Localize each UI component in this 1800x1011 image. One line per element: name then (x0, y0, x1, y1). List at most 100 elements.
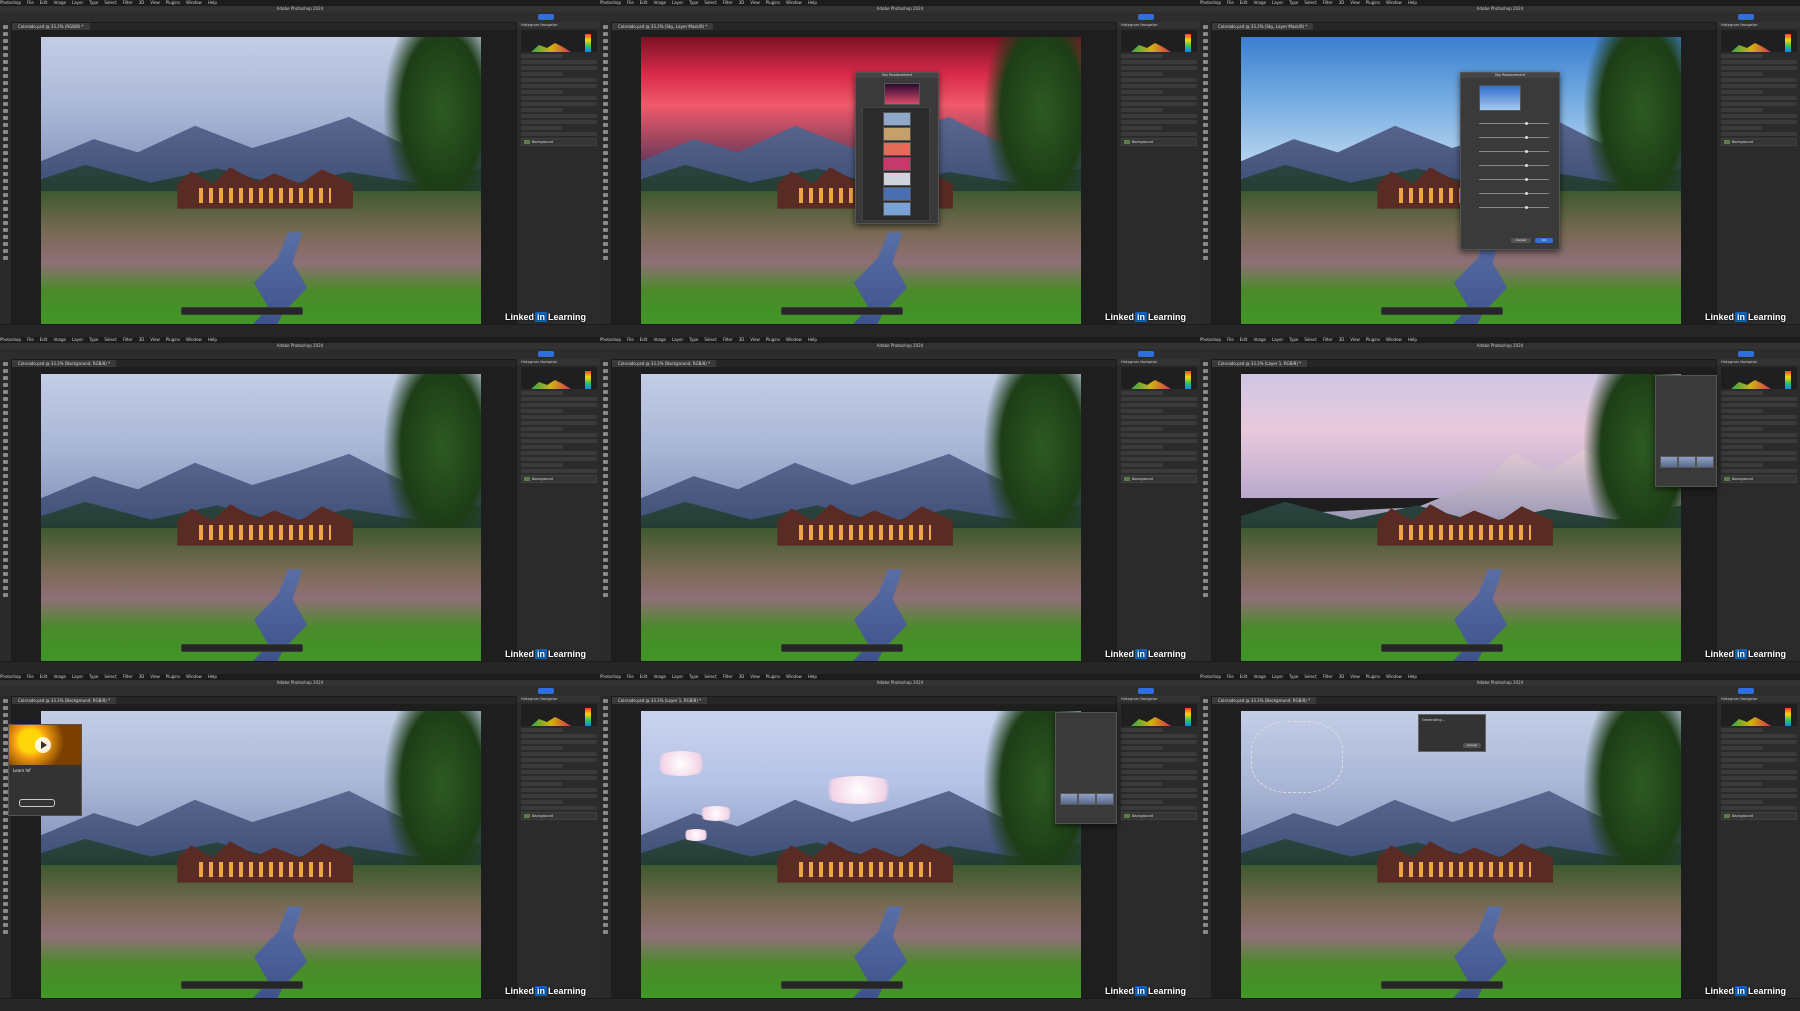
tool-icon[interactable] (603, 832, 608, 836)
tool-icon[interactable] (3, 558, 8, 562)
menu-item-layer[interactable]: Layer (672, 337, 683, 342)
tool-icon[interactable] (1203, 790, 1208, 794)
tool-icon[interactable] (603, 558, 608, 562)
contextual-task-bar[interactable] (1381, 981, 1503, 989)
adjustment-item[interactable] (1721, 66, 1797, 70)
adjustment-item[interactable] (1121, 788, 1197, 792)
menu-item-select[interactable]: Select (104, 674, 116, 679)
adjustment-item[interactable] (521, 800, 563, 804)
menu-item-view[interactable]: View (150, 337, 160, 342)
menu-item-window[interactable]: Window (1386, 674, 1402, 679)
tool-icon[interactable] (3, 439, 8, 443)
menu-item-select[interactable]: Select (704, 337, 716, 342)
tool-icon[interactable] (3, 488, 8, 492)
tool-icon[interactable] (603, 846, 608, 850)
adjustment-item[interactable] (1121, 752, 1197, 756)
adjustment-item[interactable] (521, 120, 597, 124)
menu-item-file[interactable]: File (27, 0, 34, 5)
adjustment-item[interactable] (1721, 126, 1763, 130)
tool-icon[interactable] (603, 228, 608, 232)
tool-icon[interactable] (3, 916, 8, 920)
menu-item-file[interactable]: File (1227, 674, 1234, 679)
adjustment-item[interactable] (521, 758, 597, 762)
tool-icon[interactable] (3, 172, 8, 176)
menu-item-help[interactable]: Help (208, 337, 217, 342)
tool-icon[interactable] (3, 200, 8, 204)
tool-icon[interactable] (1203, 755, 1208, 759)
menu-item-3d[interactable]: 3D (739, 0, 745, 5)
photo-canvas[interactable] (641, 711, 1081, 1007)
tool-icon[interactable] (1203, 895, 1208, 899)
tool-icon[interactable] (1203, 727, 1208, 731)
adjustment-item[interactable] (1721, 415, 1797, 419)
tool-icon[interactable] (603, 186, 608, 190)
adjustment-item[interactable] (1121, 415, 1197, 419)
adjustment-item[interactable] (521, 132, 597, 136)
tool-icon[interactable] (1203, 369, 1208, 373)
tool-icon[interactable] (3, 572, 8, 576)
tool-icon[interactable] (3, 207, 8, 211)
tool-icon[interactable] (1203, 144, 1208, 148)
sky-preset-6[interactable] (883, 187, 911, 201)
menu-item-type[interactable]: Type (689, 674, 698, 679)
play-icon[interactable] (35, 737, 51, 753)
tool-icon[interactable] (1203, 32, 1208, 36)
tool-icon[interactable] (3, 825, 8, 829)
menu-item-help[interactable]: Help (208, 0, 217, 5)
menu-item-window[interactable]: Window (186, 674, 202, 679)
menu-item-help[interactable]: Help (808, 674, 817, 679)
tool-icon[interactable] (603, 551, 608, 555)
tool-icon[interactable] (1203, 572, 1208, 576)
tool-icon[interactable] (1203, 88, 1208, 92)
tool-icon[interactable] (1203, 165, 1208, 169)
tool-icon[interactable] (1203, 523, 1208, 527)
menu-item-edit[interactable]: Edit (40, 0, 48, 5)
menu-item-select[interactable]: Select (104, 337, 116, 342)
menu-item-filter[interactable]: Filter (123, 337, 133, 342)
tool-icon[interactable] (1203, 874, 1208, 878)
adjustment-item[interactable] (1121, 794, 1197, 798)
tool-icon[interactable] (603, 923, 608, 927)
sky-preset-3[interactable] (883, 142, 911, 156)
menu-item-image[interactable]: Image (653, 337, 666, 342)
tool-icon[interactable] (3, 509, 8, 513)
adjustment-item[interactable] (1121, 800, 1163, 804)
tool-icon[interactable] (603, 874, 608, 878)
tool-icon[interactable] (1203, 762, 1208, 766)
adjustment-item[interactable] (1721, 770, 1797, 774)
cancel-button[interactable]: Cancel (1463, 743, 1481, 748)
adjustment-item[interactable] (1121, 66, 1197, 70)
panel-tabs[interactable]: Histogram Navigator (1117, 696, 1200, 702)
menu-item-layer[interactable]: Layer (72, 0, 83, 5)
menu-item-plugins[interactable]: Plugins (1366, 337, 1380, 342)
tool-icon[interactable] (3, 586, 8, 590)
tool-icon[interactable] (603, 425, 608, 429)
tool-icon[interactable] (1203, 818, 1208, 822)
tool-icon[interactable] (3, 411, 8, 415)
tool-icon[interactable] (603, 383, 608, 387)
tool-icon[interactable] (3, 888, 8, 892)
tool-icon[interactable] (1203, 60, 1208, 64)
photo-canvas[interactable] (41, 374, 481, 670)
tool-icon[interactable] (3, 102, 8, 106)
panel-tabs[interactable]: Histogram Navigator (1117, 22, 1200, 28)
tool-icon[interactable] (603, 81, 608, 85)
menu-item-file[interactable]: File (627, 337, 634, 342)
share-button[interactable] (1138, 14, 1154, 20)
tool-icon[interactable] (1203, 867, 1208, 871)
tool-icon[interactable] (603, 776, 608, 780)
tool-icon[interactable] (603, 165, 608, 169)
adjustment-item[interactable] (1121, 126, 1163, 130)
tool-icon[interactable] (1203, 123, 1208, 127)
tool-icon[interactable] (1203, 586, 1208, 590)
adjustment-item[interactable] (1121, 758, 1197, 762)
adjustment-item[interactable] (521, 90, 563, 94)
adjustment-item[interactable] (1721, 120, 1797, 124)
menu-item-plugins[interactable]: Plugins (1366, 674, 1380, 679)
tool-icon[interactable] (1203, 474, 1208, 478)
tool-icon[interactable] (603, 839, 608, 843)
adjustment-item[interactable] (1721, 794, 1797, 798)
document-tab[interactable]: Colorado.psd @ 33.3% (Layer 1, RGB/8) * (1212, 360, 1308, 367)
tool-icon[interactable] (3, 39, 8, 43)
contextual-task-bar[interactable] (1381, 307, 1503, 315)
